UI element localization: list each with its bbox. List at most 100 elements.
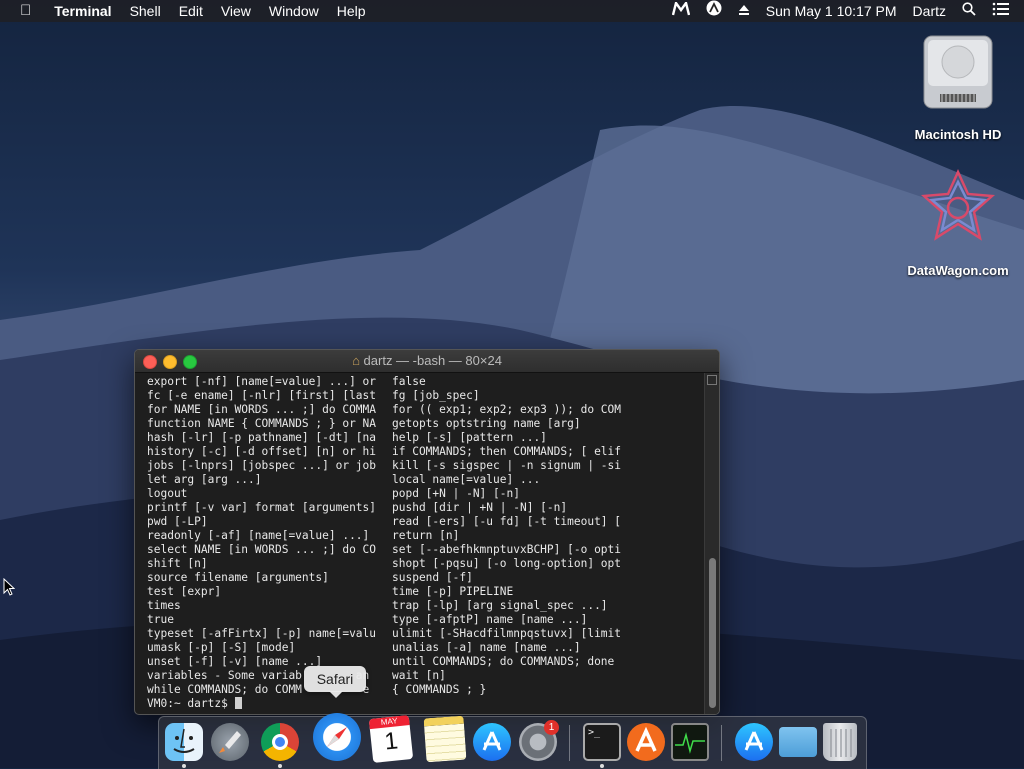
dock-activity-monitor-icon[interactable] [671, 723, 709, 761]
terminal-line-right: popd [+N | -N] [-n] [392, 487, 520, 500]
apple-menu-icon[interactable]:  [0, 0, 45, 22]
terminal-line: jobs [-lnprs] [jobspec ...] or job kill [… [147, 459, 705, 473]
terminal-output[interactable]: export [-nf] [name[=value] ...] or false f… [135, 373, 705, 714]
terminal-line-left: printf [-v var] format [arguments] [147, 501, 377, 514]
terminal-line-right: help [-s] [pattern ...] [392, 431, 547, 444]
terminal-line-right: ulimit [-SHacdfilmnpqstuvx] [limit [392, 627, 622, 640]
dock-chrome-icon[interactable] [261, 723, 299, 761]
split-pane-icon[interactable] [707, 375, 717, 385]
spotlight-search-icon[interactable] [954, 0, 984, 22]
terminal-line-left: test [expr] [147, 585, 222, 598]
terminal-line: printf [-v var] format [arguments] pushd … [147, 501, 705, 515]
dock-avast-icon[interactable] [627, 723, 665, 761]
terminal-titlebar[interactable]: ⌂ dartz — -bash — 80×24 [135, 350, 719, 373]
terminal-line-left: source filename [arguments] [147, 571, 329, 584]
notification-badge: 1 [544, 720, 559, 735]
terminal-line: for NAME [in WORDS ... ;] do COMMA for ((… [147, 403, 705, 417]
terminal-line: while COMMANDS; do COMM e{ COMMANDS ; } [147, 683, 705, 697]
terminal-line-right: type [-afptP] name [name ...] [392, 613, 588, 626]
terminal-line-left: logout [147, 487, 188, 500]
dock-finder-icon[interactable] [165, 723, 203, 761]
terminal-line-left: typeset [-afFirtx] [-p] name[=valu [147, 627, 377, 640]
terminal-line-left: readonly [-af] [name[=value] ...] [147, 529, 370, 542]
terminal-line-left: pwd [-LP] [147, 515, 208, 528]
dock-applications-stack-icon[interactable] [735, 723, 773, 761]
menubar-user[interactable]: Dartz [905, 0, 954, 22]
hard-drive-icon [923, 35, 993, 109]
menu-edit[interactable]: Edit [170, 0, 212, 22]
terminal-prompt: VM0:~ dartz$ [147, 697, 235, 710]
terminal-line: pwd [-LP] read [-ers] [-u fd] [-t timeout… [147, 515, 705, 529]
terminal-prompt-line[interactable]: VM0:~ dartz$ [147, 697, 705, 711]
datawagon-logo-icon [920, 168, 996, 241]
desktop-icon-label: Macintosh HD [914, 127, 1002, 142]
terminal-line-left: select NAME [in WORDS ... ;] do CO [147, 543, 377, 556]
terminal-line: umask [-p] [-S] [mode] unalias [-a] name … [147, 641, 705, 655]
menu-view[interactable]: View [212, 0, 260, 22]
dock-notes-icon[interactable] [423, 715, 467, 763]
home-folder-icon: ⌂ [352, 353, 360, 368]
terminal-line: shift [n] shopt [-pqsu] [-o long-option] … [147, 557, 705, 571]
terminal-line-right: false [392, 375, 426, 388]
dock-tooltip: Safari [304, 666, 366, 692]
menu-shell[interactable]: Shell [121, 0, 170, 22]
terminal-line-right: suspend [-f] [392, 571, 473, 584]
terminal-line-left: shift [n] [147, 557, 208, 570]
terminal-line-right: shopt [-pqsu] [-o long-option] opt [392, 557, 622, 570]
terminal-line: readonly [-af] [name[=value] ...] return … [147, 529, 705, 543]
desktop-icon-macintosh-hd[interactable]: Macintosh HD [903, 32, 1013, 142]
terminal-line: fc [-e ename] [-nlr] [first] [last fg [jo… [147, 389, 705, 403]
terminal-line: variables - Some variab an wait [n] [147, 669, 705, 683]
menubar-clock[interactable]: Sun May 1 10:17 PM [758, 0, 905, 22]
terminal-line: hash [-lr] [-p pathname] [-dt] [na help [… [147, 431, 705, 445]
terminal-line-left: for NAME [in WORDS ... ;] do COMMA [147, 403, 377, 416]
dock-documents-folder-icon[interactable] [779, 727, 817, 757]
text-cursor [234, 697, 242, 709]
scrollbar-thumb[interactable] [709, 558, 716, 708]
dock-terminal-icon[interactable]: >_ [583, 723, 621, 761]
running-indicator [182, 764, 186, 768]
tooltip-arrow-icon [329, 691, 343, 698]
terminal-window[interactable]: ⌂ dartz — -bash — 80×24 export [-nf] [na… [134, 349, 720, 715]
running-indicator [600, 764, 604, 768]
status-a-icon[interactable] [698, 0, 730, 22]
menu-window[interactable]: Window [260, 0, 328, 22]
terminal-scrollbar[interactable] [704, 373, 719, 714]
terminal-line-left: export [-nf] [name[=value] ...] or [147, 375, 377, 388]
terminal-line: unset [-f] [-v] [name ...] until COMMANDS… [147, 655, 705, 669]
dock-safari-icon[interactable] [313, 713, 361, 761]
status-m-icon[interactable] [664, 0, 698, 22]
terminal-line-right: local name[=value] ... [392, 473, 541, 486]
terminal-line: logout popd [+N | -N] [-n] [147, 487, 705, 501]
terminal-line: true type [-afptP] name [name ...] [147, 613, 705, 627]
terminal-line-right: read [-ers] [-u fd] [-t timeout] [ [392, 515, 622, 528]
terminal-line-right: until COMMANDS; do COMMANDS; done [392, 655, 615, 668]
desktop-icon-datawagon[interactable]: DataWagon.com [903, 168, 1013, 278]
dock-calendar-icon[interactable]: MAY 1 [368, 715, 414, 763]
terminal-line-right: getopts optstring name [arg] [392, 417, 581, 430]
terminal-line-right: set [--abefhkmnptuvxBCHP] [-o opti [392, 543, 622, 556]
dock-launchpad-icon[interactable] [211, 723, 249, 761]
terminal-line-right: return [n] [392, 529, 460, 542]
terminal-line-right: fg [job_spec] [392, 389, 480, 402]
terminal-line: function NAME { COMMANDS ; } or NA getopt… [147, 417, 705, 431]
terminal-line-right: { COMMANDS ; } [392, 683, 487, 696]
menu-app-terminal[interactable]: Terminal [45, 0, 120, 22]
dock: MAY 1 1 >_ [158, 713, 867, 769]
terminal-line-right: kill [-s sigspec | -n signum | -si [392, 459, 622, 472]
dock-separator [721, 725, 722, 761]
terminal-line: let arg [arg ...] local name[=value] ... [147, 473, 705, 487]
terminal-line-left: fc [-e ename] [-nlr] [first] [last [147, 389, 377, 402]
menu-help[interactable]: Help [328, 0, 375, 22]
notification-center-icon[interactable] [984, 0, 1024, 22]
terminal-line-left: hash [-lr] [-p pathname] [-dt] [na [147, 431, 377, 444]
terminal-line-right: wait [n] [392, 669, 446, 682]
eject-icon[interactable] [730, 0, 758, 22]
dock-trash-icon[interactable] [823, 723, 857, 761]
desktop-icon-label: DataWagon.com [907, 263, 1009, 278]
terminal-line: export [-nf] [name[=value] ...] or false [147, 375, 705, 389]
terminal-line-right: time [-p] PIPELINE [392, 585, 514, 598]
mouse-pointer-icon [3, 578, 15, 596]
terminal-line: times trap [-lp] [arg signal_spec ...] [147, 599, 705, 613]
dock-app-store-icon[interactable] [473, 723, 511, 761]
